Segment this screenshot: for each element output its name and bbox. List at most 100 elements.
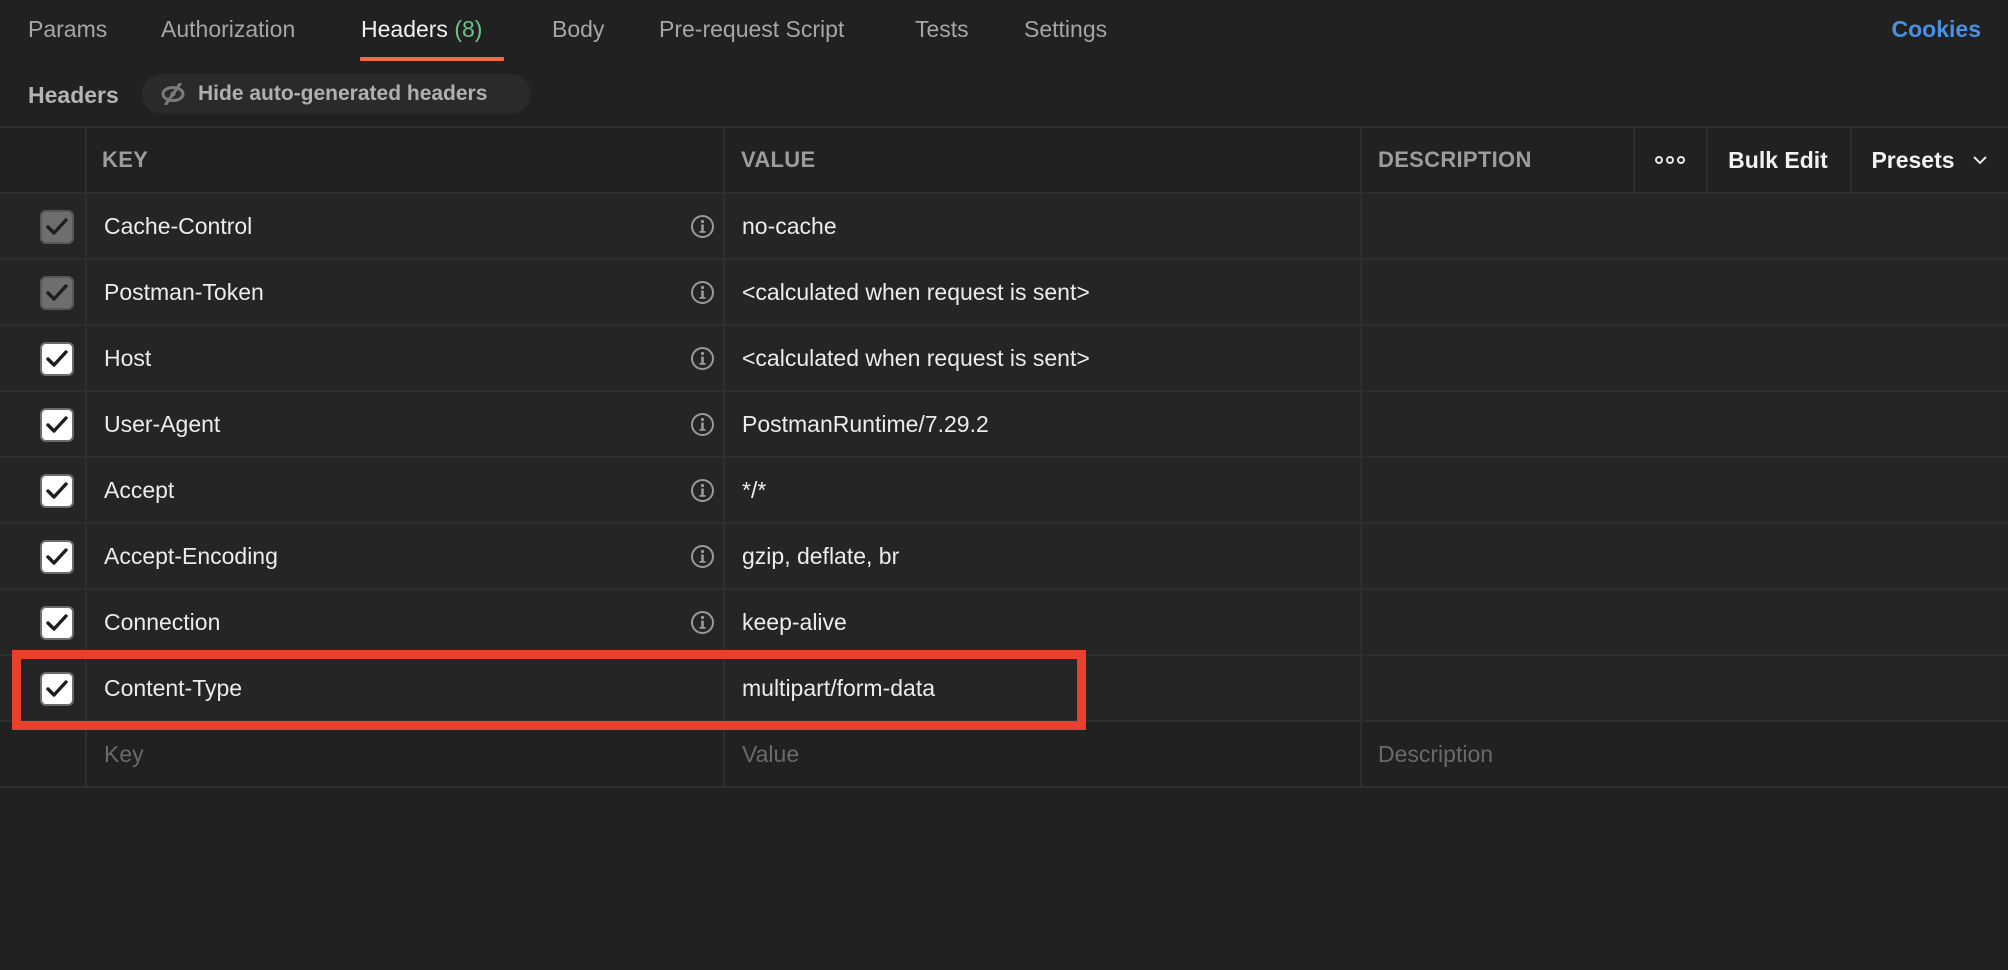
row-divider: [0, 258, 2008, 260]
column-divider: [1633, 126, 1635, 192]
row-divider: [0, 522, 2008, 524]
row-divider: [0, 786, 2008, 788]
table-row: Accept */*: [0, 458, 2008, 522]
header-key-cell[interactable]: Host: [104, 326, 151, 390]
table-row: Accept-Encoding gzip, deflate, br: [0, 524, 2008, 588]
row-divider: [0, 654, 2008, 656]
tab-pre-request-script[interactable]: Pre-request Script: [659, 14, 844, 44]
table-row: Connection keep-alive: [0, 590, 2008, 654]
info-icon[interactable]: [690, 214, 715, 239]
header-description-cell[interactable]: [1378, 458, 2008, 522]
column-header-key: KEY: [102, 147, 149, 172]
checkmark-icon: [46, 284, 68, 301]
active-tab-indicator: [360, 57, 504, 61]
tab-authorization[interactable]: Authorization: [161, 14, 295, 44]
header-value-cell[interactable]: keep-alive: [742, 590, 847, 654]
tab-headers-label: Headers: [361, 16, 448, 42]
more-options-button[interactable]: [1633, 128, 1706, 192]
header-key-cell[interactable]: Connection: [104, 590, 220, 654]
presets-dropdown[interactable]: Presets: [1850, 128, 2008, 192]
row-enabled-checkbox[interactable]: [40, 342, 74, 376]
more-options-icon: [1654, 156, 1685, 164]
presets-label: Presets: [1871, 146, 1955, 173]
table-row: Content-Type multipart/form-data: [0, 656, 2008, 720]
row-enabled-checkbox[interactable]: [40, 276, 74, 310]
column-divider: [723, 126, 725, 786]
header-value-cell[interactable]: PostmanRuntime/7.29.2: [742, 392, 989, 456]
header-value-cell[interactable]: multipart/form-data: [742, 656, 935, 720]
header-key-cell[interactable]: Accept: [104, 458, 174, 522]
table-row: User-Agent PostmanRuntime/7.29.2: [0, 392, 2008, 456]
hide-auto-generated-headers-button[interactable]: Hide auto-generated headers: [142, 74, 531, 114]
header-description-cell[interactable]: [1378, 524, 2008, 588]
row-enabled-checkbox[interactable]: [40, 606, 74, 640]
row-enabled-checkbox[interactable]: [40, 474, 74, 508]
new-header-value-input[interactable]: Value: [742, 722, 799, 786]
header-description-cell[interactable]: [1378, 260, 2008, 324]
row-enabled-checkbox[interactable]: [40, 540, 74, 574]
tab-params[interactable]: Params: [28, 14, 107, 44]
row-divider: [0, 324, 2008, 326]
new-header-description-input[interactable]: Description: [1378, 722, 1493, 786]
request-tabs: Params Authorization Headers (8) Body Pr…: [0, 0, 2008, 62]
header-key-cell[interactable]: Postman-Token: [104, 260, 264, 324]
header-description-cell[interactable]: [1378, 326, 2008, 390]
header-value-cell[interactable]: */*: [742, 458, 766, 522]
column-divider: [85, 126, 87, 786]
info-icon[interactable]: [690, 280, 715, 305]
checkmark-icon: [46, 548, 68, 565]
chevron-down-icon: [1972, 155, 1987, 164]
tab-tests[interactable]: Tests: [915, 14, 969, 44]
checkmark-icon: [46, 218, 68, 235]
header-value-cell[interactable]: <calculated when request is sent>: [742, 326, 1090, 390]
header-key-cell[interactable]: User-Agent: [104, 392, 220, 456]
row-enabled-checkbox[interactable]: [40, 408, 74, 442]
header-key-cell[interactable]: Cache-Control: [104, 194, 252, 258]
row-divider: [0, 720, 2008, 722]
tab-body[interactable]: Body: [552, 14, 604, 44]
header-description-cell[interactable]: [1378, 194, 2008, 258]
header-description-cell[interactable]: [1378, 590, 2008, 654]
checkmark-icon: [46, 482, 68, 499]
info-icon[interactable]: [690, 610, 715, 635]
row-divider: [0, 192, 2008, 194]
checkmark-icon: [46, 350, 68, 367]
hide-auto-generated-headers-label: Hide auto-generated headers: [198, 82, 488, 105]
new-header-key-input[interactable]: Key: [104, 722, 144, 786]
headers-table: KEY VALUE DESCRIPTION Bulk Edit Presets …: [0, 126, 2008, 790]
cookies-link[interactable]: Cookies: [1892, 14, 1981, 44]
info-icon[interactable]: [690, 544, 715, 569]
info-icon[interactable]: [690, 478, 715, 503]
bulk-edit-button[interactable]: Bulk Edit: [1706, 128, 1850, 192]
headers-editor: Params Authorization Headers (8) Body Pr…: [0, 0, 2008, 970]
header-description-cell[interactable]: [1378, 392, 2008, 456]
header-description-cell[interactable]: [1378, 656, 2008, 720]
bulk-edit-label: Bulk Edit: [1728, 146, 1828, 173]
checkmark-icon: [46, 614, 68, 631]
tab-headers[interactable]: Headers (8): [361, 14, 482, 44]
row-enabled-checkbox[interactable]: [40, 210, 74, 244]
column-header-value: VALUE: [741, 147, 816, 172]
column-divider: [1850, 126, 1852, 192]
checkmark-icon: [46, 680, 68, 697]
row-divider: [0, 456, 2008, 458]
column-divider: [1706, 126, 1708, 192]
header-value-cell[interactable]: gzip, deflate, br: [742, 524, 899, 588]
table-row: Postman-Token <calculated when request i…: [0, 260, 2008, 324]
row-enabled-checkbox[interactable]: [40, 672, 74, 706]
table-row: Cache-Control no-cache: [0, 194, 2008, 258]
header-key-cell[interactable]: Accept-Encoding: [104, 524, 278, 588]
row-divider: [0, 588, 2008, 590]
info-icon[interactable]: [690, 412, 715, 437]
new-header-row: Key Value Description: [0, 722, 2008, 786]
header-value-cell[interactable]: no-cache: [742, 194, 837, 258]
headers-count-badge: (8): [454, 16, 483, 42]
row-divider: [0, 390, 2008, 392]
eye-slash-icon: [161, 83, 185, 105]
tab-settings[interactable]: Settings: [1024, 14, 1107, 44]
checkmark-icon: [46, 416, 68, 433]
header-key-cell[interactable]: Content-Type: [104, 656, 242, 720]
header-value-cell[interactable]: <calculated when request is sent>: [742, 260, 1090, 324]
column-header-description: DESCRIPTION: [1378, 147, 1532, 172]
info-icon[interactable]: [690, 346, 715, 371]
